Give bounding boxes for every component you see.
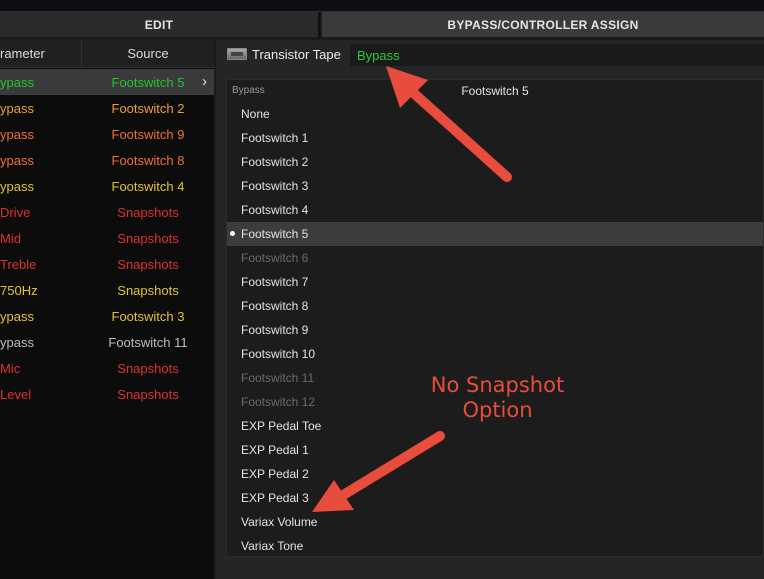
table-row[interactable]: ypass Footswitch 5 ›	[0, 69, 214, 95]
dropdown-option-label: Footswitch 5	[241, 227, 309, 241]
dropdown-option-label: Footswitch 6	[241, 251, 309, 265]
cell-parameter: Treble	[0, 256, 37, 272]
dropdown-option[interactable]: Footswitch 7	[227, 270, 763, 294]
cell-parameter: ypass	[0, 152, 34, 168]
cell-parameter: ypass	[0, 74, 34, 90]
title-strip	[0, 0, 764, 12]
table-row[interactable]: ypass Footswitch 9	[0, 121, 214, 147]
dropdown-option-label: Footswitch 3	[241, 179, 309, 193]
cell-source: Footswitch 2	[111, 100, 185, 116]
dropdown-option-label: None	[241, 107, 270, 121]
dropdown-header: Bypass Footswitch 5	[227, 80, 763, 102]
cell-source: Footswitch 9	[111, 126, 185, 142]
dropdown-option[interactable]: Footswitch 1	[227, 126, 763, 150]
cell-source: Snapshots	[117, 230, 179, 246]
dropdown-option-label: Footswitch 12	[241, 395, 316, 409]
chevron-right-icon[interactable]: ›	[202, 73, 207, 90]
cell-parameter: Mid	[0, 230, 21, 246]
dropdown-option-label: Footswitch 7	[241, 275, 309, 289]
cell-source: Footswitch 3	[111, 308, 185, 324]
dropdown-option-label: EXP Pedal 2	[241, 467, 309, 481]
dropdown-option[interactable]: Footswitch 3	[227, 174, 763, 198]
dropdown-option[interactable]: Footswitch 8	[227, 294, 763, 318]
assignment-table: rameter Source ypass Footswitch 5 › ypass Fo…	[0, 40, 214, 579]
dropdown-option-label: Variax Volume	[241, 515, 318, 529]
dropdown-option: Footswitch 6	[227, 246, 763, 270]
table-row[interactable]: Level Snapshots	[0, 381, 214, 407]
cell-parameter: Mic	[0, 360, 21, 376]
dropdown-option-label: Footswitch 9	[241, 323, 309, 337]
dropdown-option-label: Footswitch 2	[241, 155, 309, 169]
cell-parameter: ypass	[0, 126, 34, 142]
dropdown-option-label: Footswitch 10	[241, 347, 316, 361]
selected-dot-icon	[230, 231, 235, 236]
dropdown-option-label: Footswitch 8	[241, 299, 309, 313]
cell-parameter: Drive	[0, 204, 31, 220]
dropdown-option[interactable]: Footswitch 10	[227, 342, 763, 366]
assign-panel: Transistor Tape Bypass Bypass Footswitch…	[216, 40, 764, 579]
cell-parameter: Level	[0, 386, 32, 402]
cell-source: Footswitch 11	[108, 334, 188, 350]
dropdown-option[interactable]: Footswitch 4	[227, 198, 763, 222]
dropdown-option[interactable]: Footswitch 9	[227, 318, 763, 342]
table-row[interactable]: Treble Snapshots	[0, 251, 214, 277]
table-header: rameter Source	[0, 40, 214, 68]
annotation-text: No Snapshot Option	[410, 373, 585, 423]
cell-source: Footswitch 5	[111, 74, 185, 90]
tab-edit[interactable]: EDIT	[0, 12, 320, 37]
dropdown-option[interactable]: Variax Volume	[227, 510, 763, 534]
table-row[interactable]: Mid Snapshots	[0, 225, 214, 251]
dropdown-header-value: Footswitch 5	[461, 84, 529, 98]
cell-parameter: ypass	[0, 100, 34, 116]
dropdown-option-label: EXP Pedal Toe	[241, 419, 322, 433]
parameter-field[interactable]: Bypass	[350, 44, 764, 66]
table-row[interactable]: ypass Footswitch 11	[0, 329, 214, 355]
tab-bypass-controller-assign[interactable]: BYPASS/CONTROLLER ASSIGN	[322, 12, 764, 37]
dropdown-option[interactable]: Variax Tone	[227, 534, 763, 558]
block-name: Transistor Tape	[252, 46, 341, 62]
cell-source: Snapshots	[117, 386, 179, 402]
dropdown-option-label: Footswitch 4	[241, 203, 309, 217]
dropdown-option-label: EXP Pedal 1	[241, 443, 309, 457]
cell-source: Snapshots	[117, 282, 179, 298]
dropdown-option-label: Footswitch 1	[241, 131, 309, 145]
dropdown-option[interactable]: EXP Pedal 3	[227, 486, 763, 510]
dropdown-option[interactable]: EXP Pedal 1	[227, 438, 763, 462]
table-row[interactable]: Mic Snapshots	[0, 355, 214, 381]
dropdown-option[interactable]: EXP Pedal 2	[227, 462, 763, 486]
cell-source: Snapshots	[117, 204, 179, 220]
column-header-parameter[interactable]: rameter	[0, 40, 82, 67]
dropdown-option[interactable]: Footswitch 5	[227, 222, 763, 246]
table-row[interactable]: 750Hz Snapshots	[0, 277, 214, 303]
dropdown-option[interactable]: Footswitch 2	[227, 150, 763, 174]
amp-block-icon	[227, 48, 247, 60]
column-header-source[interactable]: Source	[82, 40, 214, 67]
dropdown-option-label: Variax Tone	[241, 539, 304, 553]
annotation-line-1: No Snapshot	[430, 373, 565, 397]
cell-source: Snapshots	[117, 360, 179, 376]
cell-source: Footswitch 8	[111, 152, 185, 168]
table-rows: ypass Footswitch 5 › ypass Footswitch 2 ypass…	[0, 69, 214, 407]
cell-source: Footswitch 4	[111, 178, 185, 194]
cell-parameter: ypass	[0, 308, 34, 324]
table-row[interactable]: ypass Footswitch 8	[0, 147, 214, 173]
table-row[interactable]: Drive Snapshots	[0, 199, 214, 225]
annotation-line-2: Option	[462, 398, 533, 422]
dropdown-option-label: Footswitch 11	[241, 371, 315, 385]
cell-parameter: ypass	[0, 334, 34, 350]
dropdown-list: None Footswitch 1 Footswitch 2 Footswitch 3…	[227, 102, 763, 558]
cell-parameter: 750Hz	[0, 282, 38, 298]
dropdown-option[interactable]: None	[227, 102, 763, 126]
table-row[interactable]: ypass Footswitch 3	[0, 303, 214, 329]
source-dropdown: Bypass Footswitch 5 None Footswitch 1 Foot…	[226, 79, 764, 557]
dropdown-option-label: EXP Pedal 3	[241, 491, 309, 505]
cell-parameter: ypass	[0, 178, 34, 194]
table-row[interactable]: ypass Footswitch 2	[0, 95, 214, 121]
cell-source: Snapshots	[117, 256, 179, 272]
table-row[interactable]: ypass Footswitch 4	[0, 173, 214, 199]
